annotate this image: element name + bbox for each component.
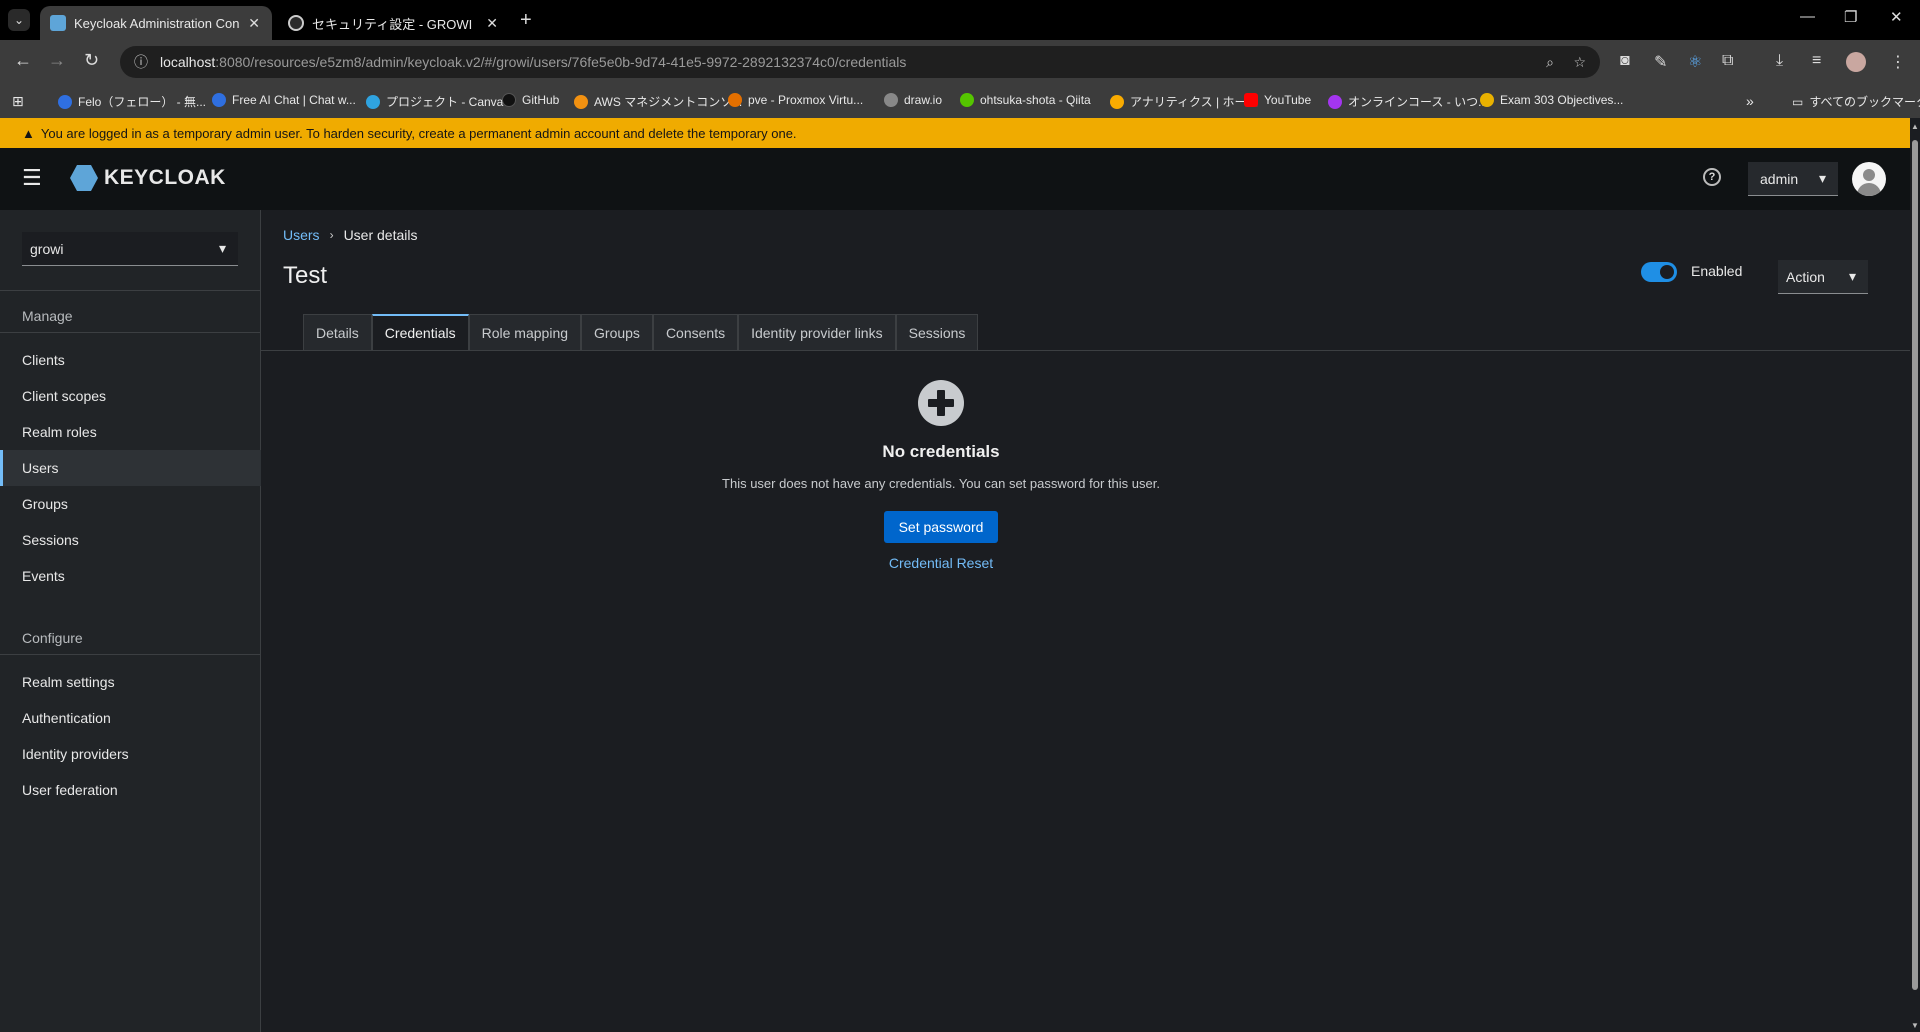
new-tab-button[interactable]: + — [520, 9, 532, 31]
bookmark-item[interactable]: GitHub — [502, 93, 559, 107]
url-text: localhost:8080/resources/e5zm8/admin/key… — [160, 54, 907, 70]
browser-tabbar: ⌄ Keycloak Administration Console ✕ セキュリ… — [0, 0, 1920, 40]
zoom-icon[interactable]: ⌕ — [1546, 54, 1554, 71]
enabled-toggle[interactable] — [1641, 262, 1677, 282]
bookmark-star-icon[interactable]: ☆ — [1573, 54, 1586, 71]
caret-down-icon: ▾ — [218, 240, 226, 256]
tab-consents[interactable]: Consents — [652, 314, 739, 350]
tab-list-button[interactable]: ⌄ — [8, 9, 30, 31]
media-control-icon[interactable]: ≡ — [1812, 52, 1821, 70]
tab-identity-provider-links[interactable]: Identity provider links — [738, 314, 896, 350]
plus-circle-icon — [918, 380, 964, 426]
folder-icon: ▭ — [1792, 94, 1804, 109]
browser-tab-growi[interactable]: セキュリティ設定 - GROWI ✕ — [278, 6, 510, 40]
keycloak-favicon-icon — [50, 15, 66, 31]
address-bar[interactable]: ⓘ localhost:8080/resources/e5zm8/admin/k… — [120, 46, 1600, 78]
caret-down-icon: ▾ — [1848, 268, 1856, 284]
caret-down-icon: ▾ — [1818, 170, 1826, 186]
tab-sessions[interactable]: Sessions — [895, 314, 979, 350]
sidebar-item-sessions[interactable]: Sessions — [0, 522, 261, 558]
hamburger-menu-icon[interactable]: ☰ — [22, 167, 42, 189]
set-password-button[interactable]: Set password — [883, 511, 999, 543]
reload-button[interactable]: ↻ — [84, 50, 99, 71]
restore-button[interactable]: ❐ — [1844, 8, 1857, 26]
bookmark-item[interactable]: pve - Proxmox Virtu... — [728, 93, 863, 107]
breadcrumb-users-link[interactable]: Users — [283, 227, 320, 243]
breadcrumb-current: User details — [343, 227, 418, 243]
site-info-icon[interactable]: ⓘ — [134, 52, 148, 72]
realm-selector[interactable]: growi ▾ — [22, 232, 238, 266]
empty-state: No credentials This user does not have a… — [261, 380, 1621, 571]
empty-state-title: No credentials — [882, 442, 1000, 461]
close-tab-icon[interactable]: ✕ — [248, 15, 260, 32]
bookmark-item[interactable]: オンラインコース - いつ... — [1328, 93, 1488, 110]
sidebar-item-groups[interactable]: Groups — [0, 486, 261, 522]
chevron-right-icon: › — [329, 228, 334, 242]
sidebar-item-authentication[interactable]: Authentication — [0, 700, 261, 736]
eyedropper-extension-icon[interactable]: ✎ — [1654, 52, 1667, 72]
sidebar: growi ▾ Manage Clients Client scopes Rea… — [0, 210, 261, 1032]
sidebar-item-users[interactable]: Users — [0, 450, 261, 486]
nav-section-configure: Configure — [22, 630, 83, 646]
bookmark-item[interactable]: Free AI Chat | Chat w... — [212, 93, 356, 107]
page-title: Test — [283, 262, 328, 289]
masthead: ☰ KEYCLOAK ? admin ▾ — [0, 148, 1910, 210]
tab-details[interactable]: Details — [303, 314, 372, 350]
sidebar-item-events[interactable]: Events — [0, 558, 261, 594]
bookmark-item[interactable]: Felo（フェロー） - 無... — [58, 93, 206, 110]
back-button[interactable]: ← — [14, 50, 32, 71]
keycloak-logo[interactable]: KEYCLOAK — [70, 165, 226, 191]
bookmark-item[interactable]: ohtsuka-shota - Qiita — [960, 93, 1091, 107]
enabled-label: Enabled — [1691, 263, 1743, 279]
bookmark-item[interactable]: プロジェクト - Canva — [366, 93, 503, 110]
action-dropdown[interactable]: Action ▾ — [1778, 260, 1868, 294]
sidebar-item-client-scopes[interactable]: Client scopes — [0, 378, 261, 414]
nav-section-manage: Manage — [22, 308, 73, 324]
more-bookmarks-chevron-icon[interactable]: » — [1746, 93, 1754, 109]
keycloak-logo-icon — [70, 165, 98, 191]
profile-avatar-icon[interactable] — [1846, 52, 1866, 72]
browser-toolbar: ← → ↻ ⓘ localhost:8080/resources/e5zm8/a… — [0, 40, 1920, 84]
growi-favicon-icon — [288, 15, 304, 31]
bookmark-item[interactable]: YouTube — [1244, 93, 1311, 107]
credential-reset-link[interactable]: Credential Reset — [261, 555, 1621, 571]
breadcrumb: Users › User details — [283, 227, 417, 243]
extensions-icon[interactable]: ⧉ — [1722, 52, 1733, 70]
close-tab-icon[interactable]: ✕ — [486, 15, 498, 32]
camera-extension-icon[interactable]: ◙ — [1620, 52, 1630, 70]
apps-icon[interactable]: ⊞ — [12, 93, 24, 110]
bookmark-item[interactable]: AWS マネジメントコンソ... — [574, 93, 742, 110]
download-icon[interactable]: ⤓ — [1776, 52, 1783, 70]
temporary-admin-banner: ▲ You are logged in as a temporary admin… — [0, 118, 1910, 148]
window-close-button[interactable]: ✕ — [1890, 8, 1903, 26]
warning-icon: ▲ — [22, 125, 35, 141]
bookmark-item[interactable]: アナリティクス | ホーム — [1110, 93, 1258, 110]
tab-role-mapping[interactable]: Role mapping — [468, 314, 582, 350]
tab-groups[interactable]: Groups — [581, 314, 653, 350]
sidebar-item-realm-roles[interactable]: Realm roles — [0, 414, 261, 450]
bookmark-item[interactable]: Exam 303 Objectives... — [1480, 93, 1623, 107]
bookmarks-folder[interactable]: ▭ すべてのブックマーク — [1792, 93, 1920, 110]
sidebar-item-identity-providers[interactable]: Identity providers — [0, 736, 261, 772]
page-scrollbar[interactable]: ▲ ▼ — [1910, 118, 1920, 1032]
empty-state-body: This user does not have any credentials.… — [722, 476, 1160, 491]
user-menu-dropdown[interactable]: admin ▾ — [1748, 162, 1838, 196]
tab-credentials[interactable]: Credentials — [371, 314, 469, 350]
avatar[interactable] — [1852, 162, 1886, 196]
help-icon[interactable]: ? — [1703, 168, 1721, 186]
bookmarks-bar: ⊞ Felo（フェロー） - 無... Free AI Chat | Chat … — [0, 84, 1920, 118]
sidebar-item-realm-settings[interactable]: Realm settings — [0, 664, 261, 700]
bookmark-item[interactable]: draw.io — [884, 93, 942, 107]
minimize-button[interactable]: — — [1800, 8, 1815, 25]
forward-button[interactable]: → — [48, 50, 66, 71]
main-content: Users › User details Test Enabled Action… — [261, 210, 1910, 1032]
react-devtools-icon[interactable]: ⚛ — [1688, 52, 1702, 72]
sidebar-item-user-federation[interactable]: User federation — [0, 772, 261, 808]
sidebar-item-clients[interactable]: Clients — [0, 342, 261, 378]
browser-tab-keycloak[interactable]: Keycloak Administration Console ✕ — [40, 6, 272, 40]
chrome-menu-icon[interactable]: ⋮ — [1890, 52, 1906, 72]
user-tabs: Details Credentials Role mapping Groups … — [303, 314, 979, 350]
